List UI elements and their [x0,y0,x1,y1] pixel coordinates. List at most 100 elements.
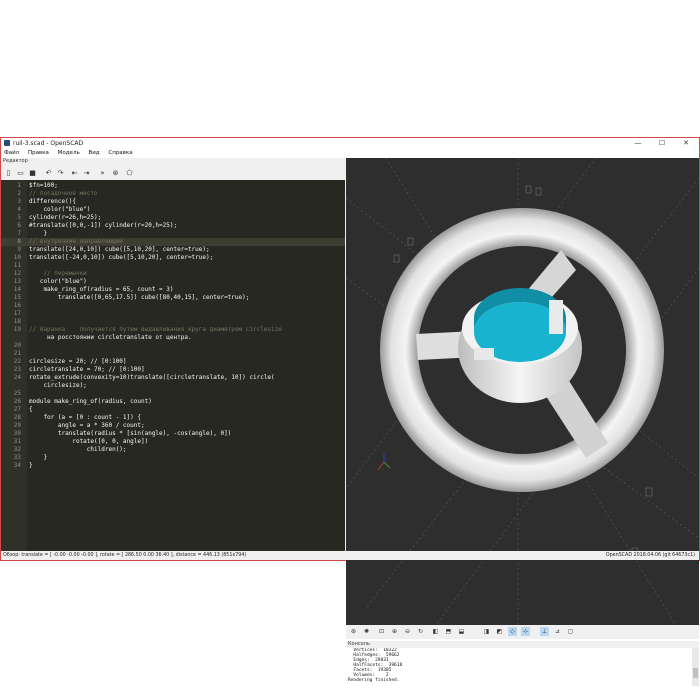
viewport-status-text: Обзор: translate = [ -0.00 -0.00 -0.00 ]… [3,553,247,558]
view-center-icon[interactable]: ⊹ [521,627,530,636]
indent-icon[interactable]: ⇥ [82,168,91,177]
view-diagonal-icon[interactable]: ◇ [508,627,517,636]
code-line[interactable]: 13 color("blue") [1,278,345,286]
zoom-in-icon[interactable]: ⊕ [390,627,399,636]
code-text: angle = a * 360 / count; [29,422,145,429]
title-bar: ruil-3.scad - OpenSCAD — ☐ ✕ [1,138,699,149]
line-number: 6 [17,222,21,229]
code-line[interactable]: circlesize); [1,382,345,390]
code-text: color("blue") [29,278,87,285]
save-icon[interactable]: ■ [28,168,37,177]
menu-design[interactable]: Модель [58,150,80,156]
code-editor[interactable]: 1 $fn=100; 2 // посадочное место 3 difference… [1,180,345,551]
openscad-app-icon [4,140,10,146]
line-number: 7 [17,230,21,237]
zoom-out-icon[interactable]: ⊖ [403,627,412,636]
menu-view[interactable]: Вид [88,150,99,156]
view-right-icon[interactable]: ◧ [431,627,440,636]
editor-dock-title: Редактор [3,158,28,164]
line-number: 9 [17,246,21,253]
code-line[interactable]: 6 #translate([0,0,-1]) cylinder(r=20,h=25… [1,222,345,230]
menu-edit[interactable]: Правка [28,150,49,156]
code-line[interactable]: 1 $fn=100; [1,182,345,190]
new-file-icon[interactable]: ▯ [4,168,13,177]
console-scrollbar[interactable] [692,648,699,686]
line-number: 14 [13,286,21,293]
code-line[interactable]: 27 { [1,406,345,414]
code-line[interactable]: 14 make_ring_of(radius = 65, count = 3) [1,286,345,294]
status-bar: Обзор: translate = [ -0.00 -0.00 -0.00 ]… [1,551,699,560]
code-line[interactable]: 19 // баранка получается путем выдавливан… [1,326,345,334]
code-line[interactable]: 12 // перемычки [1,270,345,278]
close-button[interactable]: ✕ [675,138,697,149]
preview-view-icon[interactable]: ✺ [362,627,371,636]
code-line[interactable]: 8 // внутренние направляющие [1,238,345,246]
code-line[interactable]: 20 [1,342,345,350]
code-line[interactable]: 31 rotate([0, 0, angle]) [1,438,345,446]
code-line[interactable]: 18 [1,318,345,326]
show-edges-icon[interactable]: ▢ [566,627,575,636]
code-line[interactable]: 2 // посадочное место [1,190,345,198]
code-line[interactable]: 28 for (a = [0 : count - 1]) { [1,414,345,422]
code-line[interactable]: 34} [1,462,345,470]
axes-indicator-icon [377,454,391,471]
code-text: children(); [29,446,127,453]
view-all-icon[interactable]: ⊡ [377,627,386,636]
code-line[interactable]: 26 module make_ring_of(radius, count) [1,398,345,406]
code-text: cylinder(r=26,h=25); [29,214,102,221]
line-number: 3 [17,198,21,205]
open-file-icon[interactable]: ▭ [16,168,25,177]
code-text: module make_ring_of(radius, count) [29,398,152,405]
code-line[interactable]: 3 difference(){ [1,198,345,206]
menu-help[interactable]: Справка [108,150,132,156]
code-line[interactable]: 10 translate([-24,0,10]) cube([5,10,20], … [1,254,345,262]
undo-icon[interactable]: ↶ [44,168,53,177]
code-text: make_ring_of(radius = 65, count = 3) [29,286,174,293]
code-line[interactable]: 22 circlesize = 20; // [0:100] [1,358,345,366]
code-line[interactable]: 24 rotate_extrude(convexity=10)translate(… [1,374,345,382]
code-line[interactable]: 7 } [1,230,345,238]
code-line[interactable]: 11 [1,262,345,270]
export-stl-icon[interactable]: ⬠ [125,168,134,177]
code-line[interactable]: 4 color("blue") [1,206,345,214]
console-scrollbar-thumb[interactable] [693,668,698,678]
render-view-icon[interactable]: ⊛ [349,627,358,636]
maximize-button[interactable]: ☐ [651,138,673,149]
redo-icon[interactable]: ↷ [56,168,65,177]
line-number: 1 [17,182,21,189]
code-text: } [29,230,48,237]
code-text: } [29,454,48,461]
code-text: $fn=100; [29,182,58,189]
code-line[interactable]: 16 [1,302,345,310]
unindent-icon[interactable]: ⇤ [70,168,79,177]
code-line[interactable]: 30 translate(radius * [sin(angle), -cos(… [1,430,345,438]
code-line[interactable]: 9 translate([24,0,10]) cube([5,10,20], ce… [1,246,345,254]
console-output: Vertices: 10322 Halfedges: 59662 Edges: … [346,648,692,686]
view-bottom-icon[interactable]: ⬓ [457,627,466,636]
code-line[interactable]: 29 angle = a * 360 / count; [1,422,345,430]
code-line[interactable]: 15 translate([0,65,17.5]) cube([80,40,15… [1,294,345,302]
code-line[interactable]: 25 [1,390,345,398]
code-line[interactable]: 17 [1,310,345,318]
view-top-icon[interactable]: ⬒ [444,627,453,636]
reset-view-icon[interactable]: ↻ [416,627,425,636]
perspective-icon[interactable]: ⊥ [540,627,549,636]
console-line: Rendering finished. [348,678,400,683]
orthogonal-icon[interactable]: ⊿ [553,627,562,636]
code-line[interactable]: 5 cylinder(r=26,h=25); [1,214,345,222]
code-line[interactable]: на росстоянии circletranslate от центра. [1,334,345,342]
code-line[interactable]: 23 circletranslate = 70; // [0:100] [1,366,345,374]
code-text: translate(radius * [sin(angle), -cos(ang… [29,430,232,437]
code-line[interactable]: 32 children(); [1,446,345,454]
line-number: 18 [13,318,21,325]
code-line[interactable]: 33 } [1,454,345,462]
view-back-icon[interactable]: ◩ [495,627,504,636]
menu-file[interactable]: Файл [4,150,19,156]
minimize-button[interactable]: — [627,138,649,149]
code-line[interactable]: 21 [1,350,345,358]
view-front-icon[interactable]: ◨ [482,627,491,636]
preview-icon[interactable]: » [98,168,107,177]
line-number: 31 [13,438,21,445]
code-text: на росстоянии circletranslate от центра. [29,334,192,341]
render-icon[interactable]: ⊛ [111,168,120,177]
